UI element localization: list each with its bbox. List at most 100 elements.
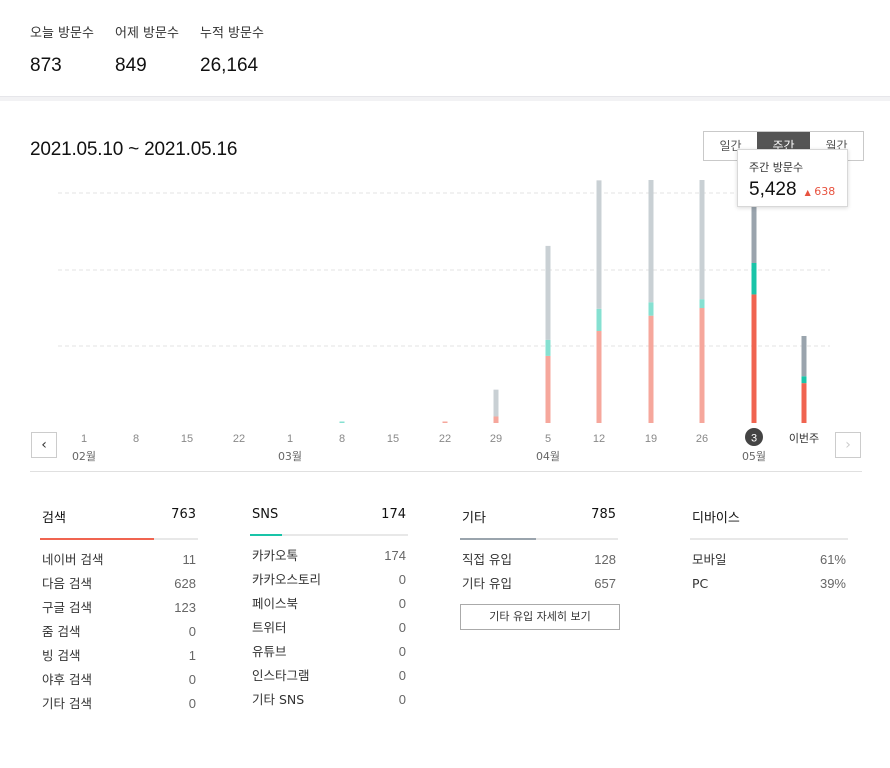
inflow-row: 네이버 검색 11	[40, 548, 198, 572]
inflow-row: 구글 검색 123	[40, 596, 198, 620]
tooltip-delta: ▲ 638	[805, 185, 836, 198]
total-visits: 누적 방문수 26,164	[200, 22, 264, 77]
inflow-value: 0	[398, 644, 406, 659]
chart-bar-segment	[648, 180, 654, 303]
chart-bar-segment	[596, 331, 602, 423]
date-range: 2021.05.10 ~ 2021.05.16	[30, 139, 238, 160]
inflow-value: 0	[188, 672, 196, 687]
inflow-label: 네이버 검색	[42, 552, 104, 567]
column-total: 763	[171, 507, 196, 522]
inflow-value: 11	[182, 552, 197, 567]
column-header: 검색 763	[40, 507, 198, 540]
inflow-value: 0	[188, 624, 196, 639]
inflow-label: 직접 유입	[462, 552, 512, 567]
prev-period-button[interactable]: ‹	[31, 432, 57, 458]
inflow-row: 기타 검색 0	[40, 692, 198, 716]
inflow-row: 카카오톡 174	[250, 544, 408, 568]
inflow-label: 페이스북	[252, 596, 299, 611]
inflow-value: 657	[594, 576, 616, 591]
inflow-row: 직접 유입 128	[460, 548, 618, 572]
chart-bar-segment	[699, 299, 705, 308]
chart-bar-segment	[596, 308, 602, 331]
inflow-value: 39%	[819, 576, 846, 591]
yesterday-visits-label: 어제 방문수	[115, 26, 179, 41]
chart-bar-segment	[648, 302, 654, 316]
inflow-label: 빙 검색	[42, 648, 81, 663]
inflow-value: 0	[398, 692, 406, 707]
column-share-bar	[460, 538, 536, 540]
tooltip-value: 5,428	[749, 179, 797, 200]
inflow-row: 카카오스토리 0	[250, 568, 408, 592]
inflow-row: 트위터 0	[250, 616, 408, 640]
inflow-value: 0	[398, 620, 406, 635]
column-title: 기타	[462, 511, 486, 526]
inflow-value: 0	[188, 696, 196, 711]
inflow-label: 구글 검색	[42, 600, 92, 615]
chart-bar-segment	[751, 294, 757, 423]
x-tick-label: 22	[233, 433, 245, 445]
inflow-value: 123	[174, 600, 196, 615]
inflow-label: 야후 검색	[42, 672, 92, 687]
chevron-left-icon: ‹	[41, 437, 47, 453]
inflow-label: 유튜브	[252, 644, 287, 659]
inflow-label: 기타 유입	[462, 576, 512, 591]
chart-bar-segment	[648, 315, 654, 423]
chart-bottom-rule	[30, 471, 862, 472]
inflow-row: 빙 검색 1	[40, 644, 198, 668]
x-month-label: 04월	[536, 450, 560, 463]
x-tick-label: 1	[81, 433, 87, 445]
visit-summary: 오늘 방문수 873 어제 방문수 849 누적 방문수 26,164	[0, 0, 890, 96]
x-tick-label: 15	[181, 433, 193, 445]
x-tick-label: 22	[439, 433, 451, 445]
next-period-button[interactable]: ›	[835, 432, 861, 458]
column-header: 디바이스	[690, 507, 848, 540]
today-visits-value: 873	[30, 55, 62, 76]
section-divider	[0, 96, 890, 101]
inflow-value: 628	[174, 576, 196, 591]
total-visits-label: 누적 방문수	[200, 26, 264, 41]
chart-bar-segment	[339, 421, 345, 423]
column-title: 검색	[42, 511, 66, 526]
yesterday-visits: 어제 방문수 849	[115, 22, 179, 77]
inflow-label: 기타 검색	[42, 696, 92, 711]
etc-inflow-detail-button[interactable]: 기타 유입 자세히 보기	[460, 604, 620, 630]
total-visits-value: 26,164	[200, 55, 259, 76]
chart-bar-segment	[699, 308, 705, 423]
chart-bar-segment	[493, 389, 499, 417]
inflow-value: 0	[398, 572, 406, 587]
inflow-column-1: SNS 174 카카오톡 174 카카오스토리 0 페이스북 0 트위터 0 유튜브 0 인스타그램 0 기…	[250, 507, 408, 712]
x-tick-label: 1	[287, 433, 293, 445]
inflow-label: 기타 SNS	[252, 692, 305, 707]
chart-bar-segment	[801, 383, 807, 423]
chart-bar-segment	[801, 376, 807, 384]
x-tick-label: 5	[545, 433, 551, 445]
inflow-label: 인스타그램	[252, 668, 310, 683]
column-share-bar	[250, 534, 282, 536]
inflow-row: 기타 SNS 0	[250, 688, 408, 712]
inflow-value: 128	[594, 552, 616, 567]
x-month-label: 02월	[72, 450, 96, 463]
column-share-bar	[40, 538, 154, 540]
column-title: SNS	[252, 507, 279, 522]
inflow-row: 인스타그램 0	[250, 664, 408, 688]
inflow-row: 다음 검색 628	[40, 572, 198, 596]
chart-bar-segment	[596, 180, 602, 309]
inflow-value: 61%	[819, 552, 846, 567]
inflow-label: PC	[692, 576, 709, 591]
inflow-label: 카카오스토리	[252, 572, 322, 587]
x-tick-label: 8	[339, 433, 345, 445]
column-total: 174	[381, 507, 406, 522]
tooltip-delta-value: 638	[814, 185, 836, 198]
chart-bar-segment	[699, 180, 705, 300]
chart-bar-segment	[493, 416, 499, 423]
inflow-row: 페이스북 0	[250, 592, 408, 616]
x-tick-label: 29	[490, 433, 502, 445]
x-month-label: 03월	[278, 450, 302, 463]
inflow-label: 줌 검색	[42, 624, 81, 639]
inflow-column-2: 기타 785 직접 유입 128 기타 유입 657 기타 유입 자세히 보기	[460, 507, 620, 630]
inflow-value: 0	[398, 596, 406, 611]
chart-bar-segment	[442, 421, 448, 423]
x-tick-label: 15	[387, 433, 399, 445]
weekly-visits-chart: 1 8 15 22 1 8 15 22 29 5 12 19 26 3 이번주 02월 03월 04월 05월	[58, 180, 830, 463]
x-tick-label: 3	[751, 433, 757, 445]
